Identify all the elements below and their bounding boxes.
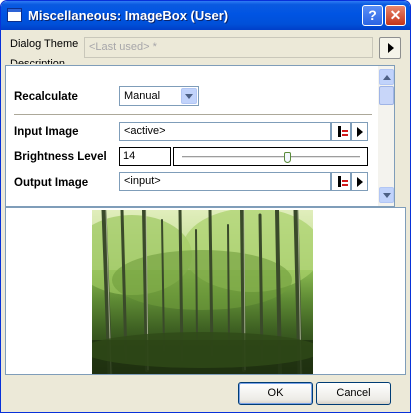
cancel-button[interactable]: Cancel: [316, 382, 391, 405]
scroll-thumb[interactable]: [379, 86, 394, 105]
input-image-field[interactable]: <active>: [119, 122, 331, 141]
dialog-theme-field[interactable]: <Last used> *: [84, 37, 373, 58]
dialog-window: Miscellaneous: ImageBox (User) ? ✕ Dialo…: [0, 0, 411, 413]
slider-thumb-icon[interactable]: [284, 152, 291, 163]
data-picker-icon-mark: [342, 130, 348, 132]
forest-image: [92, 210, 313, 374]
scroll-down-icon: [383, 193, 391, 198]
expand-arrow-icon: [388, 43, 394, 53]
data-picker-icon-mark: [342, 184, 348, 186]
dialog-theme-label: Dialog Theme: [10, 38, 79, 50]
output-image-field[interactable]: <input>: [119, 172, 331, 191]
input-data-picker-button[interactable]: [331, 122, 351, 141]
help-button[interactable]: ?: [362, 5, 383, 26]
preview-image: [92, 210, 313, 374]
slider-track: [182, 156, 360, 159]
data-picker-icon-mark: [342, 180, 348, 182]
ok-button[interactable]: OK: [238, 382, 313, 405]
scroll-up-button[interactable]: [379, 69, 394, 85]
data-picker-icon: [338, 176, 341, 187]
output-menu-arrow-button[interactable]: [351, 172, 368, 191]
input-image-label: Input Image: [14, 126, 79, 138]
title-bar[interactable]: Miscellaneous: ImageBox (User) ? ✕: [1, 1, 410, 30]
dropdown-arrow-icon[interactable]: [181, 88, 197, 104]
data-picker-icon-mark: [342, 134, 348, 136]
input-menu-arrow-button[interactable]: [351, 122, 368, 141]
output-image-label: Output Image: [14, 177, 89, 189]
recalculate-value: Manual: [124, 90, 161, 102]
description-label: Description: [10, 58, 66, 64]
vertical-scrollbar[interactable]: [378, 65, 395, 207]
data-picker-icon: [338, 126, 341, 137]
brightness-level-label: Brightness Level: [14, 151, 107, 163]
separator-line: [14, 114, 372, 115]
close-button[interactable]: ✕: [385, 5, 406, 26]
recalculate-label: Recalculate: [14, 91, 78, 103]
image-preview-panel: [5, 207, 406, 375]
brightness-slider[interactable]: [173, 147, 368, 166]
window-title: Miscellaneous: ImageBox (User): [28, 8, 229, 23]
theme-menu-button[interactable]: [379, 37, 401, 59]
scroll-down-button[interactable]: [379, 187, 394, 203]
recalculate-select[interactable]: Manual: [119, 86, 199, 106]
output-data-picker-button[interactable]: [331, 172, 351, 191]
scroll-up-icon: [383, 75, 391, 80]
window-icon: [7, 8, 22, 22]
parameter-panel: Recalculate Manual Input Image <active> …: [5, 65, 378, 207]
brightness-level-input[interactable]: 14: [119, 147, 171, 166]
